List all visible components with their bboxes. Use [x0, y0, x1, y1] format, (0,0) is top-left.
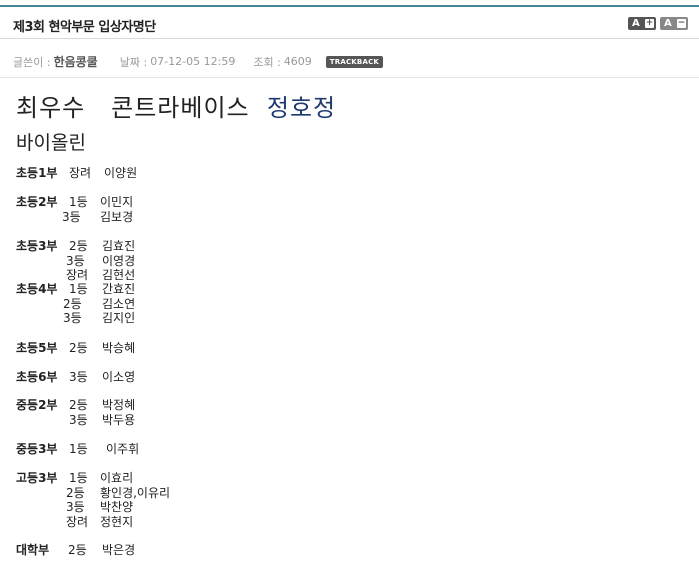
award-rank: 3등: [66, 253, 85, 268]
winner-name: 김지인: [102, 311, 136, 325]
font-size-controls: A + A −: [628, 17, 688, 30]
award-rank: 1등: [69, 282, 88, 296]
result-row: 대학부 2등 박은경: [16, 543, 316, 558]
result-row: 중등2부 2등 박정혜: [16, 398, 316, 413]
winner-name: 이소영: [102, 370, 136, 384]
division-label: 초등4부: [16, 282, 58, 296]
award-rank: 2등: [69, 398, 88, 412]
result-row: 초등3부 2등 김효진: [16, 239, 316, 254]
division-label: 중등3부: [16, 442, 58, 456]
result-row: 3등 박두용: [16, 413, 316, 428]
result-row: 장려 정현지: [16, 515, 316, 530]
result-row: 초등5부 2등 박승혜: [16, 341, 316, 356]
minus-icon: −: [677, 18, 686, 28]
winner-name: 이주휘: [106, 442, 140, 456]
winner-name: 이효리: [100, 471, 134, 485]
award-rank: 3등: [63, 311, 82, 325]
award-rank: 1등: [69, 471, 88, 485]
winner-name: 이양원: [104, 166, 138, 180]
author-label: 글쓴이 :: [13, 55, 51, 69]
views-label: 조회 :: [253, 55, 281, 69]
font-increase-button[interactable]: A +: [628, 17, 656, 30]
award-rank: 2등: [68, 543, 87, 557]
font-a-icon: A: [632, 18, 640, 29]
award-rank: 2등: [63, 296, 82, 311]
result-row: 고등3부 1등 이효리: [16, 471, 316, 486]
winner-name: 이민지: [100, 195, 134, 209]
winner-name: 간효진: [102, 282, 136, 296]
winner-name: 김현선: [102, 268, 136, 282]
winner-name: 이영경: [102, 253, 136, 268]
grand-prize-label: 최우수: [16, 94, 86, 122]
award-rank: 2등: [69, 239, 88, 253]
grand-prize-line: 최우수 콘트라베이스 정호정: [16, 88, 336, 123]
post-meta: 글쓴이 : 한음콩쿨 날짜 : 07-12-05 12:59 조회 : 4609…: [13, 53, 384, 70]
award-rank: 2등: [66, 485, 85, 500]
views-count: 4609: [283, 55, 312, 68]
winner-name: 정현지: [100, 514, 134, 529]
result-row: 2등 김소연: [16, 297, 316, 312]
award-rank: 3등: [62, 209, 81, 224]
winner-name: 김효진: [102, 239, 136, 253]
plus-icon: +: [645, 18, 654, 28]
award-rank: 장려: [66, 514, 89, 529]
result-row: 3등 김보경: [16, 210, 316, 225]
font-a-icon: A: [664, 18, 672, 29]
post-title: 제3회 현악부문 입상자명단: [13, 20, 156, 35]
winner-name: 박은경: [102, 543, 136, 557]
result-row: 3등 이영경: [16, 254, 316, 269]
result-row: 초등1부 장려 이양원: [16, 166, 316, 181]
font-decrease-button[interactable]: A −: [660, 17, 688, 30]
award-rank: 2등: [69, 341, 88, 355]
result-row: 초등4부 1등 간효진: [16, 282, 316, 297]
division-label: 중등2부: [16, 398, 58, 412]
award-rank: 장려: [69, 166, 92, 180]
winner-name: 박찬양: [100, 500, 134, 514]
result-row: 2등 황인경,이유리: [16, 486, 316, 501]
section-heading-violin: 바이올린: [16, 132, 86, 154]
date-label: 날짜 :: [119, 55, 148, 69]
winner-name: 박승혜: [102, 341, 136, 355]
award-rank: 1등: [69, 195, 88, 209]
award-rank: 3등: [66, 500, 85, 514]
winner-name: 황인경,이유리: [100, 485, 171, 500]
division-label: 고등3부: [16, 471, 58, 485]
meta-divider: [0, 77, 699, 78]
trackback-button[interactable]: TRACKBACK: [325, 55, 384, 68]
winner-name: 박두용: [102, 412, 136, 427]
result-row: 초등2부 1등 이민지: [16, 195, 316, 210]
division-label: 초등2부: [16, 195, 58, 209]
award-rank: 3등: [69, 370, 88, 384]
division-label: 초등1부: [16, 166, 58, 180]
result-row: 중등3부 1등 이주휘: [16, 442, 316, 457]
division-label: 초등3부: [16, 239, 58, 253]
result-row: 장려 김현선: [16, 268, 316, 283]
winner-name: 김소연: [102, 296, 136, 311]
division-label: 초등6부: [16, 370, 58, 384]
award-rank: 3등: [69, 412, 88, 427]
grand-prize-instrument: 콘트라베이스: [111, 94, 250, 122]
result-row: 3등 김지인: [16, 311, 316, 326]
winner-name: 김보경: [100, 209, 134, 224]
award-rank: 장려: [66, 268, 89, 282]
date-value: 07-12-05 12:59: [150, 55, 236, 68]
result-row: 초등6부 3등 이소영: [16, 370, 316, 385]
grand-prize-winner: 정호정: [266, 94, 337, 122]
post-header: 제3회 현악부문 입상자명단 A + A −: [0, 7, 699, 39]
winner-name: 박정혜: [102, 398, 136, 412]
result-row: 3등 박찬양: [16, 500, 316, 515]
author-name[interactable]: 한음콩쿨: [54, 53, 98, 70]
division-label: 초등5부: [16, 341, 58, 355]
division-label: 대학부: [16, 543, 50, 557]
award-rank: 1등: [69, 442, 88, 456]
